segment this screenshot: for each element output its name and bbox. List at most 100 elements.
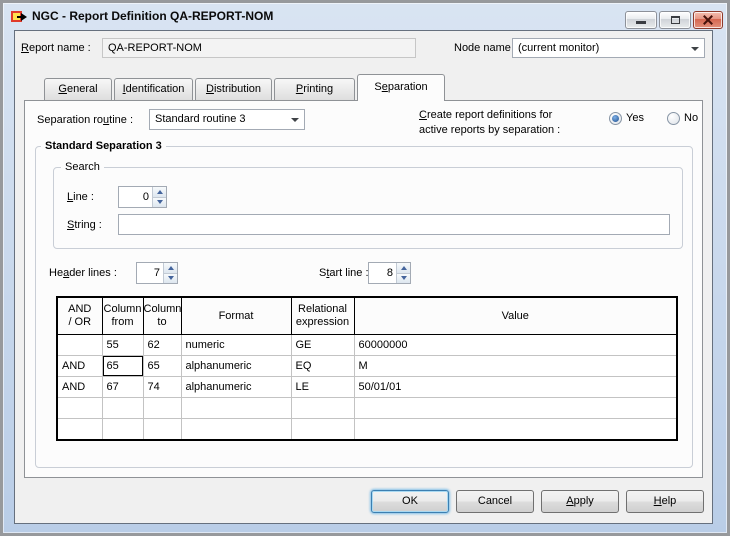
- node-name-label: Node name :: [454, 42, 517, 54]
- cell-and-or[interactable]: [57, 418, 103, 440]
- start-line-down-button[interactable]: [397, 272, 410, 283]
- radio-yes-label: Yes: [626, 112, 644, 124]
- start-line-value: 8: [386, 267, 393, 279]
- cell-value[interactable]: [354, 397, 677, 419]
- cell-and-or[interactable]: AND: [57, 376, 103, 398]
- down-arrow-icon: [156, 200, 163, 205]
- cell-column-to[interactable]: 65: [143, 355, 182, 377]
- table-row: [57, 397, 677, 419]
- create-definitions-label: Create report definitions for active rep…: [419, 109, 561, 136]
- separation-routine-label: Separation routine :: [37, 114, 134, 126]
- header-lines-spinner[interactable]: 7: [136, 262, 178, 284]
- node-name-value: (current monitor): [518, 42, 600, 54]
- cell-column-from-focused[interactable]: 65: [102, 355, 144, 377]
- header-lines-down-button[interactable]: [164, 272, 177, 283]
- window: NGC - Report Definition QA-REPORT-NOM Re…: [0, 0, 730, 536]
- cell-value[interactable]: M: [354, 355, 677, 377]
- cell-format[interactable]: numeric: [181, 334, 292, 356]
- search-group-title: Search: [61, 160, 104, 174]
- line-spinner-value: 0: [142, 191, 149, 203]
- table-row: [57, 418, 677, 440]
- start-line-label: Start line :: [319, 267, 369, 279]
- col-header-column-to: Column to: [143, 297, 182, 335]
- tab-general[interactable]: General: [44, 78, 112, 100]
- apply-button[interactable]: Apply: [541, 490, 619, 513]
- cell-and-or[interactable]: [57, 334, 103, 356]
- report-name-field[interactable]: [102, 38, 416, 58]
- close-button[interactable]: [693, 11, 723, 29]
- radio-no[interactable]: [667, 112, 680, 125]
- table-row: AND 65 65 alphanumeric EQ M: [57, 355, 677, 377]
- cell-column-to[interactable]: [143, 397, 182, 419]
- cell-column-to[interactable]: [143, 418, 182, 440]
- up-arrow-icon: [156, 189, 163, 194]
- cell-relational-expression[interactable]: GE: [291, 334, 355, 356]
- search-group: [53, 167, 683, 249]
- header-lines-label: Header lines :: [49, 267, 117, 279]
- help-button[interactable]: Help: [626, 490, 704, 513]
- start-line-up-button[interactable]: [397, 263, 410, 273]
- node-name-select[interactable]: (current monitor): [512, 38, 705, 58]
- cell-format[interactable]: [181, 397, 292, 419]
- cell-column-from[interactable]: 55: [102, 334, 144, 356]
- start-line-spinner[interactable]: 8: [368, 262, 411, 284]
- down-arrow-icon: [167, 276, 174, 281]
- table-row: 55 62 numeric GE 60000000: [57, 334, 677, 356]
- cell-relational-expression[interactable]: LE: [291, 376, 355, 398]
- cell-and-or[interactable]: [57, 397, 103, 419]
- cell-column-from[interactable]: [102, 418, 144, 440]
- radio-no-label: No: [684, 112, 699, 124]
- cell-value[interactable]: 50/01/01: [354, 376, 677, 398]
- standard-separation-group-title: Standard Separation 3: [41, 139, 166, 153]
- chevron-down-icon: [691, 47, 699, 51]
- cell-relational-expression[interactable]: [291, 418, 355, 440]
- maximize-button[interactable]: [659, 11, 691, 29]
- cell-format[interactable]: alphanumeric: [181, 376, 292, 398]
- cell-column-to[interactable]: 62: [143, 334, 182, 356]
- minimize-button[interactable]: [625, 11, 657, 29]
- string-label: String :: [67, 219, 102, 231]
- radio-yes[interactable]: [609, 112, 622, 125]
- separation-routine-select[interactable]: Standard routine 3: [149, 109, 305, 130]
- ok-button[interactable]: OK: [371, 490, 449, 513]
- dialog-body: Report name : Node name : (current monit…: [14, 30, 713, 524]
- string-input[interactable]: [118, 214, 670, 235]
- cell-format[interactable]: alphanumeric: [181, 355, 292, 377]
- separation-routine-value: Standard routine 3: [155, 113, 246, 125]
- cell-relational-expression[interactable]: EQ: [291, 355, 355, 377]
- titlebar[interactable]: NGC - Report Definition QA-REPORT-NOM: [3, 3, 727, 30]
- cell-column-from[interactable]: [102, 397, 144, 419]
- cell-relational-expression[interactable]: [291, 397, 355, 419]
- chevron-down-icon: [291, 118, 299, 122]
- cell-column-from[interactable]: 67: [102, 376, 144, 398]
- line-label: Line :: [67, 191, 94, 203]
- cell-and-or[interactable]: AND: [57, 355, 103, 377]
- line-spinner[interactable]: 0: [118, 186, 167, 208]
- tab-identification[interactable]: Identification: [114, 78, 193, 100]
- header-lines-up-button[interactable]: [164, 263, 177, 273]
- down-arrow-icon: [400, 276, 407, 281]
- tab-printing[interactable]: Printing: [274, 78, 355, 100]
- cell-column-to[interactable]: 74: [143, 376, 182, 398]
- cell-value[interactable]: 60000000: [354, 334, 677, 356]
- separation-conditions-table: AND / OR Column from Column to Format Relat…: [56, 296, 678, 441]
- cancel-button[interactable]: Cancel: [456, 490, 534, 513]
- table-header-row: AND / OR Column from Column to Format Relat…: [57, 297, 677, 335]
- tab-distribution[interactable]: Distribution: [195, 78, 272, 100]
- col-header-format: Format: [181, 297, 292, 335]
- cell-value[interactable]: [354, 418, 677, 440]
- cell-format[interactable]: [181, 418, 292, 440]
- maximize-icon: [670, 16, 680, 24]
- window-title: NGC - Report Definition QA-REPORT-NOM: [32, 9, 274, 23]
- table-row: AND 67 74 alphanumeric LE 50/01/01: [57, 376, 677, 398]
- tab-separation[interactable]: Separation: [357, 74, 445, 101]
- line-spinner-up-button[interactable]: [153, 187, 166, 197]
- col-header-value: Value: [354, 297, 677, 335]
- report-name-label: Report name :: [21, 42, 91, 54]
- minimize-icon: [636, 21, 646, 24]
- up-arrow-icon: [400, 265, 407, 270]
- col-header-and-or: AND / OR: [57, 297, 103, 335]
- line-spinner-down-button[interactable]: [153, 196, 166, 207]
- close-icon: [694, 12, 722, 28]
- up-arrow-icon: [167, 265, 174, 270]
